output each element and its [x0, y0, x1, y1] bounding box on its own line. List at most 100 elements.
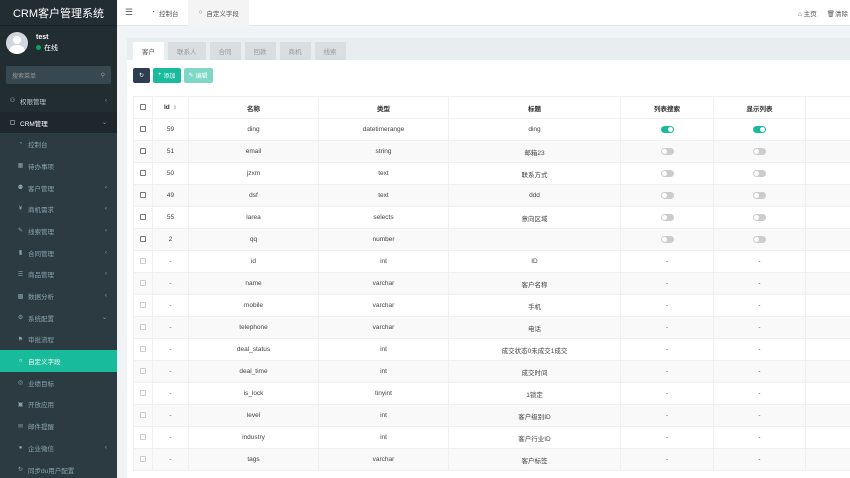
row-checkbox[interactable] — [140, 235, 146, 242]
sidebar-item-8[interactable]: ☰ 商品管理 ‹ — [0, 263, 117, 286]
sidebar-item-4[interactable]: ⚉ 客户管理 ‹ — [0, 176, 117, 199]
cell-id: - — [152, 448, 189, 471]
header-id[interactable]: Id ⇕ — [152, 96, 189, 119]
sidebar-item-label: 商机需求 — [28, 207, 54, 215]
show-list-toggle[interactable] — [753, 191, 766, 199]
sidebar-item-9[interactable]: ▩ 数据分析 ‹ — [0, 285, 117, 307]
cell-operate — [805, 316, 850, 339]
home-link[interactable]: ⌂ 主页 — [798, 8, 817, 18]
table-row[interactable]: 51 email string 邮箱23 — [133, 140, 850, 163]
table-row[interactable]: - mobile varchar 手机 - - — [133, 294, 850, 317]
list-search-toggle[interactable] — [660, 213, 674, 221]
row-checkbox[interactable] — [140, 147, 146, 154]
search-icon[interactable]: ⚲ — [101, 72, 105, 79]
sidebar-item-0[interactable]: ⚇ 权限管理 ‹ — [0, 90, 117, 112]
cell-type: int — [318, 360, 449, 383]
sidebar-item-5[interactable]: ¥ 商机需求 ‹ — [0, 198, 117, 221]
sidebar-item-6[interactable]: ✎ 线索管理 ‹ — [0, 220, 117, 242]
user-status-label: 在线 — [44, 44, 58, 52]
app-logo[interactable]: CRM客户管理系统 — [0, 0, 117, 26]
show-list-toggle[interactable] — [753, 147, 766, 155]
table-row[interactable]: - id int ID - - — [133, 250, 850, 273]
row-checkbox-cell — [133, 338, 153, 361]
select-all-checkbox[interactable] — [140, 103, 146, 110]
row-checkbox — [140, 301, 146, 308]
add-button[interactable]: + 添加 — [153, 67, 181, 83]
chevron-left-icon: ‹ — [105, 249, 107, 256]
table-row[interactable]: 49 dsf text ddd — [133, 184, 850, 207]
show-list-toggle[interactable] — [753, 169, 766, 177]
menu-search-input[interactable]: 搜索菜单 ⚲ — [6, 66, 111, 84]
chevron-left-icon: ‹ — [105, 206, 107, 213]
row-checkbox[interactable] — [140, 213, 146, 220]
sidebar-item-label: 企业微信 — [28, 445, 54, 453]
table-row[interactable]: - deal_status int 成交状态0未成交1成交 - - — [133, 338, 850, 361]
sidebar-item-7[interactable]: ▮ 合同管理 ‹ — [0, 241, 117, 264]
cell-name: tags — [188, 448, 319, 471]
cell-id: - — [152, 272, 189, 295]
sort-icon[interactable]: ⇕ — [173, 105, 177, 111]
row-checkbox — [140, 345, 146, 352]
show-list-toggle[interactable] — [753, 235, 766, 243]
top-tab-custom-fields[interactable]: ○ 自定义字段 — [188, 0, 249, 26]
cell-name: larea — [188, 206, 319, 229]
cell-operate — [805, 140, 850, 163]
sidebar-item-14[interactable]: ▣ 开放应用 — [0, 393, 117, 416]
sidebar-item-2[interactable]: ◔ 控制台 — [0, 133, 117, 156]
table-row[interactable]: - deal_time int 成交时间 - - — [133, 360, 850, 383]
header-id-label: Id — [164, 104, 170, 111]
content-tab-3[interactable]: 回款 — [244, 42, 276, 60]
list-search-toggle[interactable] — [660, 169, 674, 177]
list-search-toggle[interactable] — [660, 147, 674, 155]
list-search-toggle[interactable] — [660, 191, 674, 199]
sidebar-item-label: 待办事项 — [28, 163, 54, 171]
show-list-toggle[interactable] — [753, 213, 766, 221]
sidebar-item-16[interactable]: ● 企业微信 ‹ — [0, 437, 117, 459]
cell-id: - — [152, 250, 189, 273]
table-row[interactable]: - is_lock tinyint 1锁定 - - — [133, 382, 850, 405]
hamburger-menu-icon[interactable]: ☰ — [117, 7, 141, 18]
clear-link[interactable]: 🗑清除 — [827, 8, 848, 18]
show-list-toggle[interactable] — [753, 125, 766, 133]
table-row[interactable]: 55 larea selects 意向区域 — [133, 206, 850, 229]
edit-button[interactable]: ✎ 编辑 — [183, 67, 213, 83]
row-checkbox — [140, 455, 146, 462]
row-checkbox-cell — [133, 404, 153, 427]
chevron-left-icon: ‹ — [105, 444, 107, 451]
content-tab-1[interactable]: 联系人 — [168, 42, 206, 60]
row-checkbox[interactable] — [140, 191, 146, 198]
content-tab-4[interactable]: 商机 — [279, 42, 311, 60]
list-search-toggle[interactable] — [660, 125, 674, 133]
user-panel: test 在线 — [0, 26, 117, 60]
sidebar-item-3[interactable]: ▦ 待办事项 — [0, 155, 117, 177]
table-row[interactable]: - industry int 客户行业ID - - — [133, 426, 850, 449]
list-search-toggle[interactable] — [660, 235, 674, 243]
sidebar-item-13[interactable]: ◎ 业绩目标 — [0, 371, 117, 394]
row-checkbox — [140, 411, 146, 418]
sidebar-item-12[interactable]: ○ 自定义字段 — [0, 350, 117, 372]
row-checkbox[interactable] — [140, 125, 146, 132]
sidebar-item-15[interactable]: ✉ 邮件提醒 — [0, 415, 117, 437]
table-row[interactable]: 59 ding datetimerange ding — [133, 118, 850, 141]
row-checkbox[interactable] — [140, 169, 146, 176]
table-row[interactable]: - name varchar 客户名称 - - — [133, 272, 850, 295]
sidebar-item-11[interactable]: ⚑ 审批流程 — [0, 328, 117, 351]
table-row[interactable]: - telephone varchar 电话 - - — [133, 316, 850, 339]
table-row[interactable]: 50 jzxm text 联系方式 — [133, 162, 850, 185]
content-tab-0[interactable]: 客户 — [133, 42, 164, 60]
cell-type: int — [318, 404, 449, 427]
cell-id: 55 — [152, 206, 189, 229]
cell-title: 联系方式 — [448, 162, 621, 185]
content-tab-2[interactable]: 合同 — [209, 42, 241, 60]
sidebar-item-1[interactable]: ▢ CRM管理 ⌄ — [0, 111, 117, 134]
cell-search — [620, 140, 714, 163]
table-header-row: Id ⇕ 名称 类型 标题 列表搜索 显示列表 — [133, 96, 850, 119]
top-tab-dashboard[interactable]: ◔ 控制台 — [141, 0, 188, 26]
refresh-button[interactable]: ↻ — [133, 67, 150, 83]
sidebar-item-10[interactable]: ⚙ 系统配置 ⌄ — [0, 306, 117, 329]
table-row[interactable]: - level int 客户级别ID - - — [133, 404, 850, 427]
table-row[interactable]: - tags varchar 客户标签 - - — [133, 448, 850, 471]
sidebar-item-17[interactable]: ↻ 同步du用户配置 — [0, 458, 117, 478]
content-tab-5[interactable]: 线索 — [314, 42, 346, 60]
table-row[interactable]: 2 qq number — [133, 228, 850, 251]
